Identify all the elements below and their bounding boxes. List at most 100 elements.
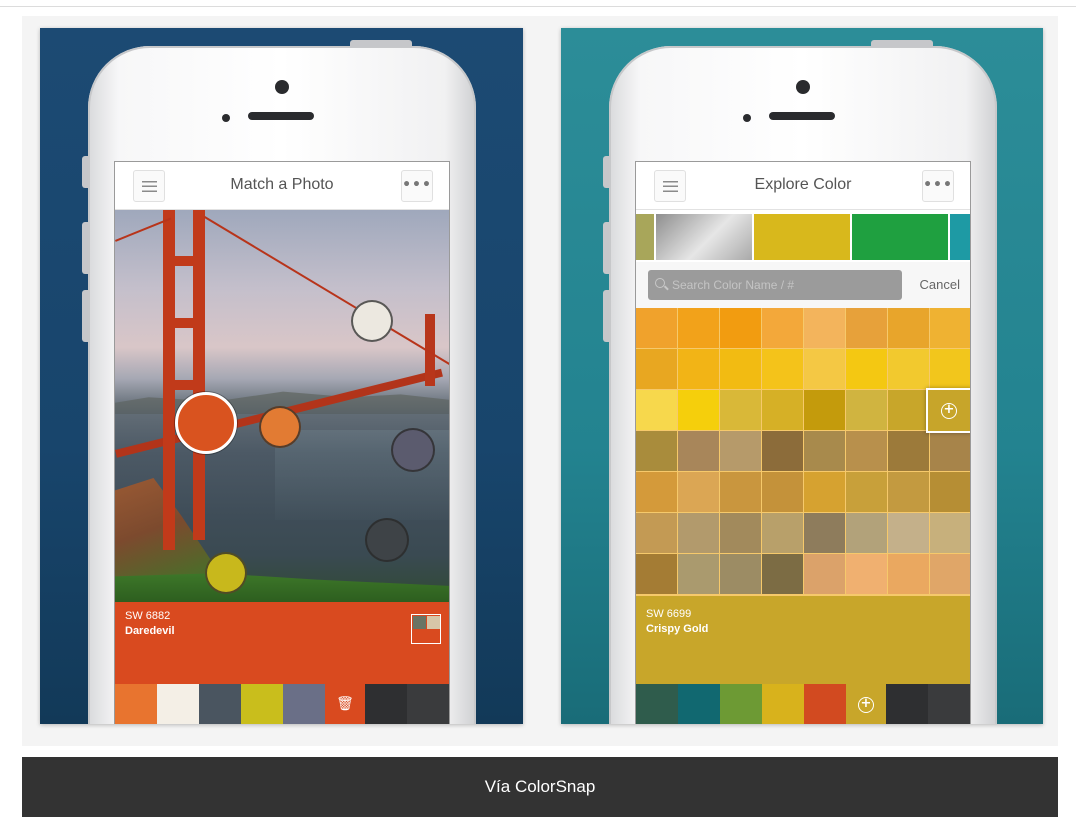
color-swatch[interactable] (804, 308, 845, 348)
color-swatch[interactable] (762, 349, 803, 389)
palette-color-chip[interactable] (241, 684, 283, 724)
color-swatch[interactable] (930, 472, 970, 512)
volume-up-button (82, 222, 88, 274)
color-swatch[interactable] (846, 349, 887, 389)
color-swatch[interactable] (720, 431, 761, 471)
color-swatch-grid: + (636, 308, 970, 596)
color-swatch[interactable] (762, 390, 803, 430)
palette-color-chip[interactable] (762, 684, 804, 724)
color-swatch[interactable] (762, 554, 803, 594)
golden-gate-photo[interactable] (115, 210, 449, 602)
color-swatch[interactable] (930, 349, 970, 389)
color-details-icon[interactable] (411, 614, 441, 644)
cancel-button[interactable]: Cancel (920, 277, 960, 292)
color-swatch[interactable] (888, 308, 929, 348)
palette-color-chip[interactable] (157, 684, 199, 724)
color-swatch[interactable] (804, 431, 845, 471)
color-swatch[interactable] (720, 554, 761, 594)
color-picker-circle[interactable] (205, 552, 247, 594)
color-swatch[interactable] (720, 349, 761, 389)
color-picker-circle[interactable] (365, 518, 409, 562)
palette-color-chip[interactable] (115, 684, 157, 724)
color-picker-circle[interactable] (391, 428, 435, 472)
color-swatch[interactable] (678, 472, 719, 512)
color-swatch[interactable] (762, 472, 803, 512)
top-divider (0, 6, 1076, 7)
color-swatch[interactable] (636, 308, 677, 348)
dark-palette-slot[interactable] (928, 684, 970, 724)
color-swatch[interactable] (720, 390, 761, 430)
palette-color-chip[interactable] (636, 684, 678, 724)
color-swatch[interactable] (846, 472, 887, 512)
color-swatch[interactable] (804, 554, 845, 594)
palette-color-chip[interactable] (804, 684, 846, 724)
palette-color-chip[interactable] (283, 684, 325, 724)
color-swatch[interactable] (762, 513, 803, 553)
color-swatch[interactable] (930, 308, 970, 348)
color-picker-circle[interactable] (259, 406, 301, 448)
color-swatch[interactable] (804, 513, 845, 553)
color-family-tab[interactable] (950, 214, 970, 260)
selected-color-info[interactable]: SW 6699 Crispy Gold (636, 596, 970, 684)
color-swatch[interactable] (888, 390, 929, 430)
search-icon (655, 278, 665, 288)
color-swatch[interactable] (804, 349, 845, 389)
color-swatch[interactable] (930, 554, 970, 594)
dark-palette-slot[interactable] (886, 684, 928, 724)
more-options-button[interactable]: ••• (922, 170, 954, 202)
color-swatch[interactable] (846, 431, 887, 471)
color-swatch[interactable] (804, 390, 845, 430)
color-swatch[interactable] (636, 554, 677, 594)
color-swatch[interactable] (678, 513, 719, 553)
color-swatch[interactable] (720, 513, 761, 553)
color-swatch[interactable] (888, 554, 929, 594)
color-swatch[interactable] (636, 513, 677, 553)
color-swatch[interactable] (678, 308, 719, 348)
color-family-tab[interactable] (656, 214, 752, 260)
color-swatch[interactable] (888, 349, 929, 389)
color-swatch[interactable] (888, 513, 929, 553)
color-swatch[interactable] (762, 431, 803, 471)
color-family-tab[interactable] (636, 214, 654, 260)
color-picker-circle[interactable] (351, 300, 393, 342)
color-swatch[interactable] (846, 390, 887, 430)
color-swatch[interactable] (804, 472, 845, 512)
selected-color-info[interactable]: SW 6882 Daredevil (115, 602, 449, 684)
color-family-tab[interactable] (852, 214, 948, 260)
color-swatch[interactable] (678, 431, 719, 471)
volume-down-button (82, 290, 88, 342)
palette-color-chip[interactable] (199, 684, 241, 724)
color-swatch[interactable] (846, 513, 887, 553)
trash-icon[interactable]: 🗑 (335, 694, 355, 714)
navigation-bar: Match a Photo ••• (115, 162, 449, 210)
color-swatch[interactable] (888, 431, 929, 471)
color-swatch[interactable] (636, 390, 677, 430)
color-swatch[interactable] (846, 554, 887, 594)
color-swatch[interactable] (678, 349, 719, 389)
color-swatch[interactable] (930, 513, 970, 553)
color-swatch[interactable] (678, 390, 719, 430)
more-options-button[interactable]: ••• (401, 170, 433, 202)
plus-circle-icon[interactable]: + (858, 697, 874, 713)
dark-palette-slot[interactable] (365, 684, 407, 724)
color-swatch[interactable] (720, 308, 761, 348)
color-swatch[interactable] (636, 349, 677, 389)
color-picker-circle-selected[interactable] (175, 392, 237, 454)
dark-palette-slot[interactable] (407, 684, 449, 724)
color-swatch[interactable] (846, 308, 887, 348)
search-input[interactable] (672, 277, 892, 293)
color-swatch[interactable] (636, 431, 677, 471)
color-swatch[interactable] (762, 308, 803, 348)
color-swatch[interactable] (888, 472, 929, 512)
mute-switch (82, 156, 88, 188)
color-swatch[interactable] (678, 554, 719, 594)
color-swatch[interactable] (636, 472, 677, 512)
palette-color-chip[interactable] (678, 684, 720, 724)
color-family-tab-selected[interactable] (754, 214, 850, 260)
color-swatch[interactable] (930, 431, 970, 471)
palette-color-chip[interactable] (720, 684, 762, 724)
search-field-container[interactable] (648, 270, 902, 300)
color-swatch-selected[interactable]: + (926, 388, 970, 433)
color-swatch[interactable] (720, 472, 761, 512)
plus-circle-icon[interactable]: + (941, 403, 957, 419)
